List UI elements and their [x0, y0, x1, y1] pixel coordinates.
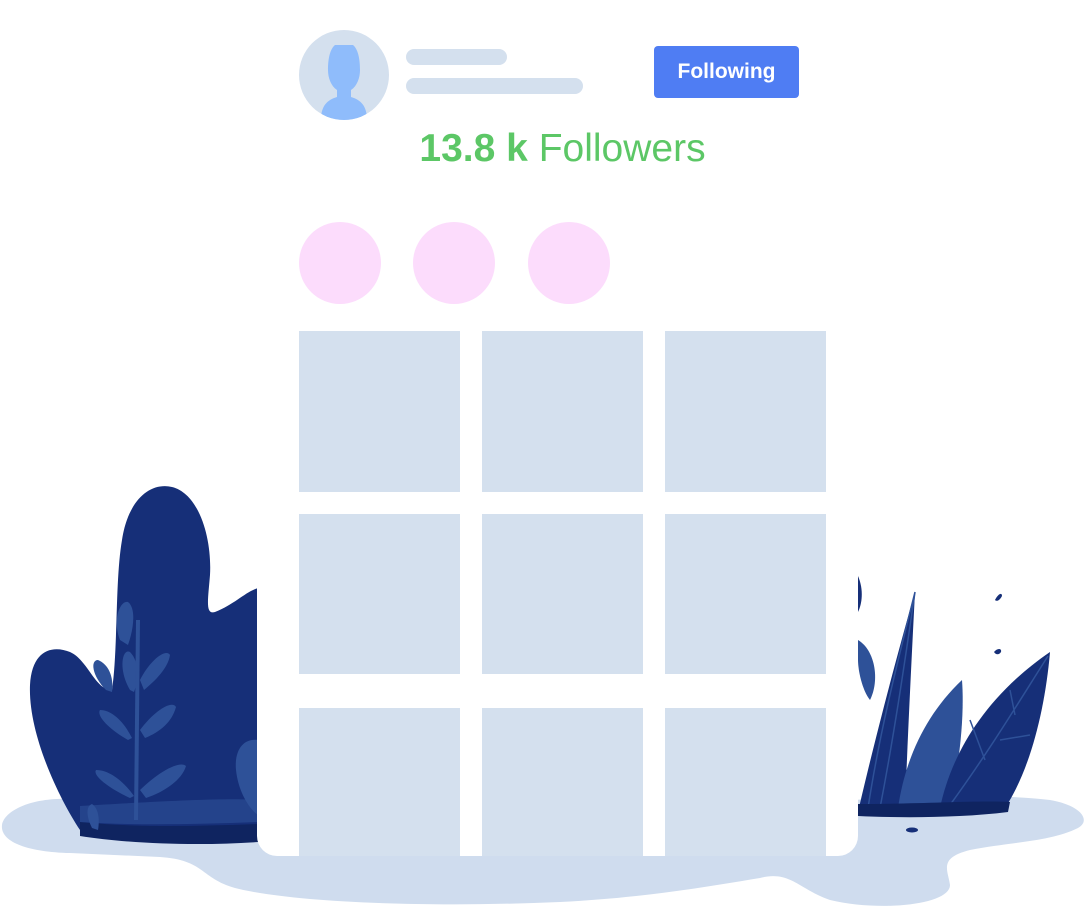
post-tile[interactable] [299, 514, 460, 674]
following-button[interactable]: Following [654, 46, 799, 98]
followers-number: 13.8 k [419, 127, 528, 170]
post-tile[interactable] [299, 708, 460, 856]
post-tile[interactable] [482, 331, 643, 492]
handle-placeholder [406, 78, 583, 94]
story-highlight[interactable] [299, 222, 381, 304]
followers-count: 13.8 k Followers [0, 124, 1087, 174]
story-highlight[interactable] [413, 222, 495, 304]
post-tile[interactable] [665, 331, 826, 492]
post-tile[interactable] [665, 708, 826, 856]
user-silhouette-icon [321, 45, 367, 120]
post-tile[interactable] [482, 708, 643, 856]
avatar[interactable] [299, 30, 389, 120]
followers-label: Followers [538, 127, 706, 170]
left-bush [29, 486, 259, 839]
name-placeholder [406, 49, 507, 65]
post-tile[interactable] [482, 514, 643, 674]
story-highlight[interactable] [528, 222, 610, 304]
post-tile[interactable] [665, 514, 826, 674]
post-tile[interactable] [299, 331, 460, 492]
